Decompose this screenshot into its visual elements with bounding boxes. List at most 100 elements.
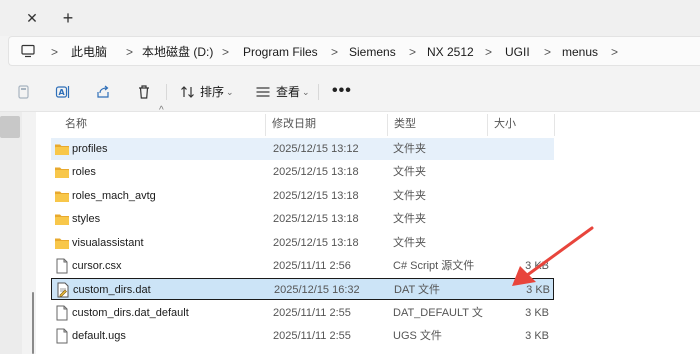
list-scrollbar[interactable] [32,292,34,354]
dat-file-icon [57,282,69,298]
sort-icon[interactable] [180,84,196,100]
address-bar[interactable]: > 此电脑 > 本地磁盘 (D:) > Program Files > Siem… [8,36,700,66]
column-divider[interactable] [554,114,555,136]
view-button[interactable]: 查看 [276,72,300,112]
close-tab-icon[interactable]: ✕ [22,9,42,27]
breadcrumb-ugii[interactable]: UGII [505,37,530,67]
column-header-type[interactable]: 类型 [394,112,416,136]
file-date: 2025/12/15 16:32 [274,284,360,297]
file-icon [56,328,68,344]
file-name: profiles [72,143,108,155]
column-header-date[interactable]: 修改日期 [272,112,316,136]
file-row[interactable]: custom_dirs.dat 2025/12/15 16:32 DAT 文件 3 K… [51,278,554,301]
delete-icon[interactable] [136,84,152,100]
column-divider[interactable] [265,114,266,136]
breadcrumb-separator[interactable]: > [51,37,58,67]
folder-icon [55,144,69,155]
file-name: styles [72,213,101,226]
breadcrumb-menus[interactable]: menus [562,37,598,67]
file-list: ^ 名称 修改日期 类型 大小 profiles 2025/12/15 13:12… [36,105,700,354]
file-row[interactable]: cursor.csx 2025/11/11 2:56 C# Script 源文件 3 … [51,255,554,277]
navigation-pane[interactable] [0,112,22,354]
computer-icon [21,44,35,58]
file-icon [56,305,68,321]
file-type: 文件夹 [393,236,426,249]
file-row[interactable]: custom_dirs.dat_default 2025/11/11 2:55 DA… [51,302,554,324]
breadcrumb-separator[interactable]: > [485,37,492,67]
toolbar-divider [166,84,167,100]
file-size: 3 KB [525,306,549,319]
file-size: 3 KB [525,260,549,272]
file-row[interactable]: styles 2025/12/15 13:18 文件夹 [51,208,554,230]
breadcrumb-separator[interactable]: > [126,37,133,67]
view-icon[interactable] [255,84,271,100]
file-size [491,138,549,160]
folder-icon [55,167,69,179]
file-type: 文件夹 [393,189,426,202]
file-type: UGS 文件 [393,330,442,343]
command-bar: A 排序 ⌄ 查看 ⌄ ••• [0,72,700,112]
file-type: 文件夹 [393,143,426,155]
file-size [491,185,549,207]
file-date: 2025/12/15 13:12 [273,143,359,155]
file-date: 2025/11/11 2:55 [273,306,351,319]
column-divider[interactable] [387,114,388,136]
file-date: 2025/11/11 2:56 [273,260,351,272]
file-date: 2025/12/15 13:18 [273,189,359,202]
toolbar-divider [318,84,319,100]
file-date: 2025/12/15 13:18 [273,236,359,249]
file-date: 2025/12/15 13:18 [273,166,359,179]
column-header-size[interactable]: 大小 [494,112,516,136]
file-size [491,161,549,183]
breadcrumb-nx-2512[interactable]: NX 2512 [427,37,474,67]
file-date: 2025/11/11 2:55 [273,330,351,343]
breadcrumb-this-pc[interactable]: 此电脑 [71,37,107,67]
file-name: cursor.csx [72,260,122,272]
navigation-pane-selected-item[interactable] [0,116,20,138]
file-icon [56,258,68,274]
folder-icon [55,238,69,249]
file-name: custom_dirs.dat [73,284,151,297]
file-size: 3 KB [525,330,549,343]
file-name: roles_mach_avtg [72,189,156,202]
svg-text:A: A [59,88,66,97]
file-type: DAT_DEFAULT 文... [393,306,483,319]
copy-icon[interactable] [16,84,32,100]
breadcrumb-siemens[interactable]: Siemens [349,37,396,67]
new-tab-icon[interactable]: + [58,8,78,28]
column-divider[interactable] [487,114,488,136]
breadcrumb-separator[interactable]: > [409,37,416,67]
file-size [491,208,549,230]
file-name: custom_dirs.dat_default [72,306,189,319]
share-icon[interactable] [95,84,111,100]
file-row[interactable]: roles 2025/12/15 13:18 文件夹 [51,161,554,183]
rename-icon[interactable]: A [55,84,71,100]
sort-ascending-icon: ^ [159,105,164,116]
file-type: 文件夹 [393,213,426,226]
more-options-button[interactable]: ••• [332,82,351,102]
file-size [491,232,549,254]
folder-icon [55,191,69,202]
breadcrumb-separator[interactable]: > [331,37,338,67]
file-date: 2025/12/15 13:18 [273,213,359,226]
tab-strip: ✕ + [0,0,700,36]
file-row[interactable]: default.ugs 2025/11/11 2:55 UGS 文件 3 KB [51,325,554,347]
chevron-down-icon[interactable]: ⌄ [302,72,310,112]
chevron-down-icon[interactable]: ⌄ [226,72,234,112]
breadcrumb-drive-d[interactable]: 本地磁盘 (D:) [142,37,213,67]
folder-icon [55,214,69,226]
file-row[interactable]: visualassistant 2025/12/15 13:18 文件夹 [51,232,554,254]
file-row[interactable]: profiles 2025/12/15 13:12 文件夹 [51,138,554,160]
breadcrumb-separator[interactable]: > [544,37,551,67]
file-type: DAT 文件 [394,284,441,297]
breadcrumb-separator[interactable]: > [222,37,229,67]
breadcrumb-separator[interactable]: > [611,37,618,67]
file-name: roles [72,166,96,179]
sort-button[interactable]: 排序 [200,72,224,112]
column-header-name[interactable]: 名称 [65,112,87,136]
breadcrumb-program-files[interactable]: Program Files [243,37,318,67]
file-type: C# Script 源文件 [393,260,475,272]
file-name: default.ugs [72,330,126,343]
file-size: 3 KB [526,284,550,297]
file-row[interactable]: roles_mach_avtg 2025/12/15 13:18 文件夹 [51,185,554,207]
